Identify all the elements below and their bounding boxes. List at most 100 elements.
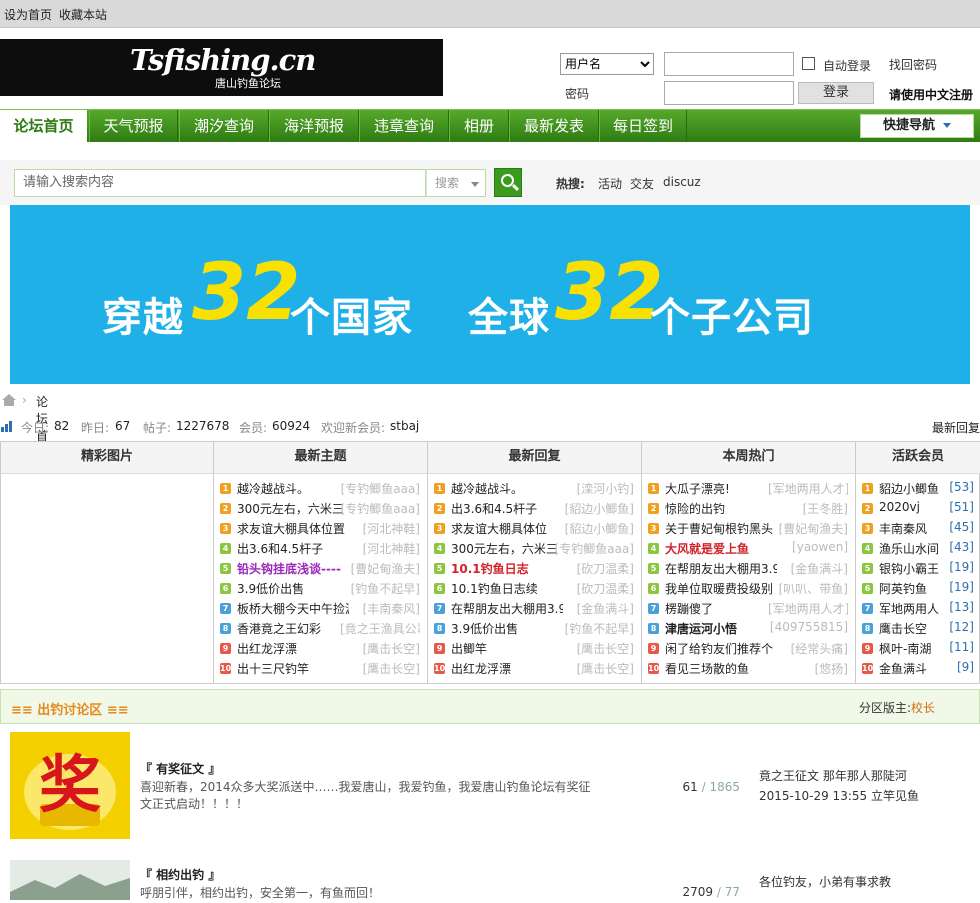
thread-link[interactable]: 10.1钓鱼日志 xyxy=(451,560,529,577)
author-link[interactable]: [金鱼满斗] xyxy=(577,600,634,617)
member-link[interactable]: 枫叶-南湖 xyxy=(879,640,931,657)
author-link[interactable]: [鹰击长空] xyxy=(577,640,634,657)
thread-link[interactable]: 大瓜子漂亮! xyxy=(665,480,730,497)
bookmark-link[interactable]: 收藏本站 xyxy=(59,6,107,23)
author-link[interactable]: [军地两用人才] xyxy=(768,480,848,497)
moderator-link[interactable]: 校长 xyxy=(911,701,935,715)
member-link[interactable]: 2020vj xyxy=(879,500,920,514)
author-link[interactable]: [砍刀温柔] xyxy=(577,580,634,597)
member-link[interactable]: 银钩小霸王 xyxy=(879,560,939,577)
author-link[interactable]: [鹰击长空] xyxy=(577,660,634,677)
thread-link[interactable]: 出红龙浮漂 xyxy=(237,640,297,657)
thread-link[interactable]: 楞蹦傻了 xyxy=(665,600,713,617)
author-link[interactable]: [河北神鞋] xyxy=(363,520,420,537)
thread-link[interactable]: 300元左右，六米三 xyxy=(451,540,558,557)
author-link[interactable]: [竟之王渔具公司] xyxy=(340,620,420,637)
thread-link[interactable]: 在帮朋友出大棚用3.9 xyxy=(451,600,563,617)
hot-search-link[interactable]: 交友 xyxy=(630,175,654,192)
author-link[interactable]: [貂边小鲫鱼] xyxy=(565,520,634,537)
find-password-link[interactable]: 找回密码 xyxy=(889,56,937,73)
author-link[interactable]: [曹妃甸渔夫] xyxy=(779,520,848,537)
nav-album[interactable]: 相册 xyxy=(449,110,509,142)
thread-link[interactable]: 3.9低价出售 xyxy=(451,620,518,637)
last-post-title[interactable]: 各位钓友，小弟有事求教 xyxy=(759,872,891,892)
thread-link[interactable]: 出红龙浮漂 xyxy=(451,660,511,677)
thread-link[interactable]: 板桥大棚今天中午捡漏 xyxy=(237,600,349,617)
search-type-select[interactable]: 搜索 xyxy=(426,169,486,197)
member-link[interactable]: 丰南秦风 xyxy=(879,520,927,537)
thread-link[interactable]: 300元左右，六米三 xyxy=(237,500,344,517)
hot-search-link[interactable]: discuz xyxy=(663,175,701,189)
thread-link[interactable]: 铅头钩挂底浅谈---- xyxy=(237,560,341,577)
author-link[interactable]: [409755815] xyxy=(770,620,848,634)
author-link[interactable]: [河北神鞋] xyxy=(363,540,420,557)
auto-login-checkbox[interactable] xyxy=(802,57,815,70)
hot-search-link[interactable]: 活动 xyxy=(598,175,622,192)
thread-link[interactable]: 出3.6和4.5杆子 xyxy=(451,500,537,517)
forum-title[interactable]: 『 相约出钓 』 xyxy=(140,866,220,883)
author-link[interactable]: [貂边小鲫鱼] xyxy=(565,500,634,517)
site-logo[interactable]: Tsfishing.cn 唐山钓鱼论坛 xyxy=(0,39,443,96)
thread-link[interactable]: 求友谊大棚具体位 xyxy=(451,520,547,537)
thread-link[interactable]: 求友谊大棚具体位置 xyxy=(237,520,345,537)
thread-link[interactable]: 越冷越战斗。 xyxy=(451,480,523,497)
nav-tide[interactable]: 潮汐查询 xyxy=(179,110,269,142)
author-link[interactable]: [钓鱼不起早] xyxy=(565,620,634,637)
search-input[interactable]: 请输入搜索内容 xyxy=(14,169,426,197)
thread-link[interactable]: 关于曹妃甸根钓黑头 xyxy=(665,520,773,537)
thread-link[interactable]: 津唐运河小悟 xyxy=(665,620,737,637)
quick-nav-button[interactable]: 快捷导航 xyxy=(860,114,974,138)
member-link[interactable]: 阿英钓鱼 xyxy=(879,580,927,597)
author-link[interactable]: [悠扬] xyxy=(815,660,848,677)
register-hint[interactable]: 请使用中文注册 xyxy=(889,86,973,103)
thread-link[interactable]: 出3.6和4.5杆子 xyxy=(237,540,323,557)
member-link[interactable]: 渔乐山水间 xyxy=(879,540,939,557)
username-input[interactable] xyxy=(664,52,794,76)
set-homepage-link[interactable]: 设为首页 xyxy=(4,6,52,23)
new-member-link[interactable]: stbaj xyxy=(390,419,419,433)
author-link[interactable]: [钓鱼不起早] xyxy=(351,580,420,597)
password-input[interactable] xyxy=(664,81,794,105)
member-link[interactable]: 貂边小鲫鱼 xyxy=(879,480,939,497)
login-type-select[interactable]: 用户名 xyxy=(560,53,654,75)
member-link[interactable]: 鹰击长空 xyxy=(879,620,927,637)
thread-link[interactable]: 出鲫竿 xyxy=(451,640,487,657)
thread-link[interactable]: 越冷越战斗。 xyxy=(237,480,309,497)
author-link[interactable]: [专钓鲫鱼aaa] xyxy=(341,500,420,517)
ad-banner[interactable]: 穿越 32 个国家 全球 32 个子公司 xyxy=(10,205,970,384)
thread-link[interactable]: 我单位取暖费投级别 xyxy=(665,580,773,597)
author-link[interactable]: [专钓鲫鱼aaa] xyxy=(555,540,634,557)
thread-link[interactable]: 在帮朋友出大棚用3.9 xyxy=(665,560,777,577)
forum-thumbnail[interactable]: 奖 xyxy=(10,732,130,839)
author-link[interactable]: [鹰击长空] xyxy=(363,640,420,657)
thread-link[interactable]: 惊险的出钓 xyxy=(665,500,725,517)
nav-forum-home[interactable]: 论坛首页 xyxy=(0,110,87,142)
author-link[interactable]: [曹妃甸渔夫] xyxy=(351,560,420,577)
author-link[interactable]: [军地两用人才] xyxy=(768,600,848,617)
member-link[interactable]: 金鱼满斗 xyxy=(879,660,927,677)
thread-link[interactable]: 10.1钓鱼日志续 xyxy=(451,580,538,597)
thread-link[interactable]: 香港竟之王幻彩 xyxy=(237,620,321,637)
author-link[interactable]: [yaowen] xyxy=(792,540,848,554)
thread-link[interactable]: 3.9低价出售 xyxy=(237,580,304,597)
last-post-title[interactable]: 竟之王征文 那年那人那陡河 xyxy=(759,766,919,786)
latest-reply-link[interactable]: 最新回复 xyxy=(932,419,980,436)
member-link[interactable]: 军地两用人 xyxy=(879,600,939,617)
author-link[interactable]: [砍刀温柔] xyxy=(577,560,634,577)
author-link[interactable]: [经常头痛] xyxy=(791,640,848,657)
section-title[interactable]: ≡≡ 出钓讨论区 ≡≡ xyxy=(11,699,129,718)
thread-link[interactable]: 看见三场散的鱼 xyxy=(665,660,749,677)
forum-title[interactable]: 『 有奖征文 』 xyxy=(140,760,220,777)
login-button[interactable]: 登录 xyxy=(798,82,874,104)
nav-violation[interactable]: 违章查询 xyxy=(359,110,449,142)
author-link[interactable]: [叭叭、带鱼] xyxy=(779,580,848,597)
thread-link[interactable]: 闲了给钓友们推荐个 xyxy=(665,640,773,657)
thread-link[interactable]: 大风就是爱上鱼 xyxy=(665,540,749,557)
author-link[interactable]: [丰南秦风] xyxy=(363,600,420,617)
author-link[interactable]: [金鱼满斗] xyxy=(791,560,848,577)
author-link[interactable]: [滦河小钓] xyxy=(577,480,634,497)
nav-weather[interactable]: 天气预报 xyxy=(89,110,178,142)
author-link[interactable]: [王冬胜] xyxy=(803,500,848,517)
forum-thumbnail[interactable] xyxy=(10,860,130,900)
author-link[interactable]: [鹰击长空] xyxy=(363,660,420,677)
